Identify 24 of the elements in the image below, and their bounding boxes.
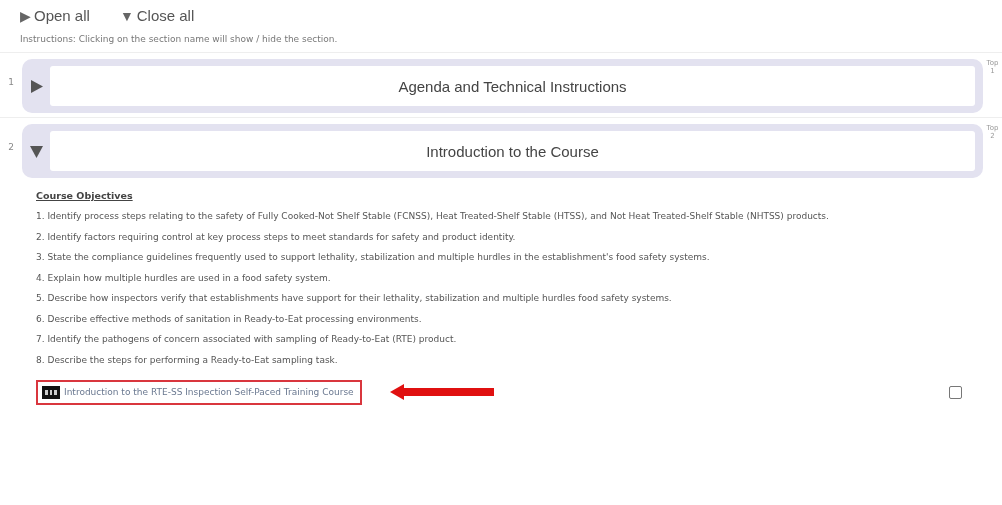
- close-all-button[interactable]: ▼ Close all: [119, 7, 195, 24]
- objective-text: 8. Describe the steps for performing a Ready-to-Eat sampling task.: [36, 353, 339, 366]
- section-header[interactable]: Agenda and Technical Instructions: [22, 59, 983, 113]
- objective-text: 1. Identify process steps relating to the safety of Fully Cooked-Not Shelf Stable (FCNSS), Heat Treated-Shelf Stable (HTSS), and Not Heat Treated-Shelf Stable (NHTSS) products.: [36, 210, 830, 222]
- objective-text: 2. Identify factors requiring control at key process steps to meet standards for safety and product identity.: [36, 230, 517, 243]
- course-logo-icon: [42, 385, 60, 399]
- arrow-icon: [389, 384, 494, 400]
- objective-text: 7. Identify the pathogens of concern associated with sampling of Ready-to-Eat (RTE) product.: [36, 333, 458, 345]
- instructions-text: Instructions: Clicking on the section name will show / hide the section.: [20, 34, 339, 44]
- objective-text: 4. Explain how multiple hurdles are used in a food safety system.: [36, 271, 332, 284]
- course-link[interactable]: Introduction to the RTE-SS Inspection Self-Paced Training Course: [36, 379, 362, 405]
- objective-text: 6. Describe effective methods of sanitation in Ready-to-Eat processing environments.: [36, 312, 423, 325]
- section-title[interactable]: Introduction to the Course: [426, 142, 599, 160]
- objectives-heading: Course Objectives: [36, 190, 134, 201]
- open-all-button[interactable]: ▶ Open all: [20, 7, 90, 24]
- section-number: 2: [7, 141, 15, 154]
- objective-text: 5. Describe how inspectors verify that establishments have support for their lethality, stabilization and multiple hurdles food safety systems.: [36, 292, 673, 304]
- section-header[interactable]: Introduction to the Course: [22, 124, 983, 178]
- completion-checkbox[interactable]: [949, 385, 962, 399]
- section-number: 1: [7, 76, 15, 89]
- caret-right-icon[interactable]: [29, 79, 43, 93]
- objective-text: 3. State the compliance guidelines frequently used to support lethality, stabilization and multiple hurdles in the establishment's food safety systems.: [36, 251, 711, 263]
- caret-down-icon[interactable]: [29, 144, 43, 158]
- section-title[interactable]: Agenda and Technical Instructions: [398, 77, 627, 95]
